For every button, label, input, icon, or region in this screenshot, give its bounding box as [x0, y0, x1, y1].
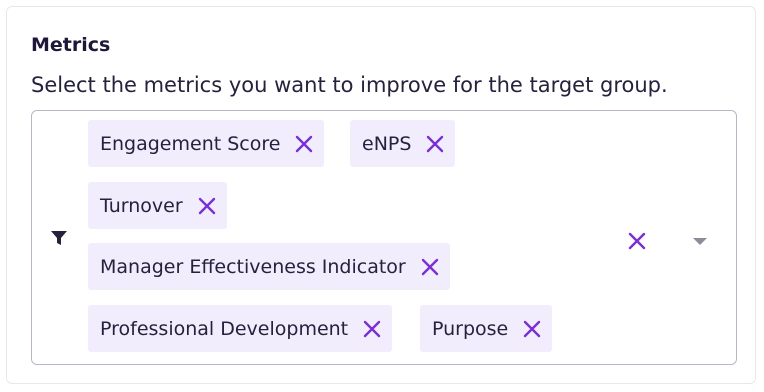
- chip-purpose: Purpose: [420, 305, 553, 352]
- chip-engagement-score: Engagement Score: [88, 120, 325, 167]
- chip-label: Turnover: [100, 194, 183, 217]
- section-title: Metrics: [31, 34, 111, 56]
- chip-label: Purpose: [432, 317, 509, 340]
- caret-down-icon[interactable]: [691, 235, 709, 247]
- close-icon[interactable]: [362, 319, 382, 339]
- clear-all-icon[interactable]: [626, 230, 648, 252]
- chip-turnover: Turnover: [88, 182, 227, 229]
- section-description: Select the metrics you want to improve f…: [31, 73, 668, 97]
- chip-enps: eNPS: [350, 120, 456, 167]
- chip-label: eNPS: [362, 132, 412, 155]
- close-icon[interactable]: [294, 134, 314, 154]
- close-icon[interactable]: [197, 196, 217, 216]
- chip-label: Engagement Score: [100, 132, 281, 155]
- metrics-card: Metrics Select the metrics you want to i…: [6, 6, 756, 384]
- chip-label: Professional Development: [100, 317, 349, 340]
- close-icon[interactable]: [425, 134, 445, 154]
- close-icon[interactable]: [420, 257, 440, 277]
- chip-professional-development: Professional Development: [88, 305, 393, 352]
- close-icon[interactable]: [522, 319, 542, 339]
- chip-label: Manager Effectiveness Indicator: [100, 255, 406, 278]
- filter-icon: [51, 231, 67, 245]
- chip-manager-effectiveness-indicator: Manager Effectiveness Indicator: [88, 243, 450, 290]
- metrics-multiselect[interactable]: Engagement Score eNPS Turnover Manager E…: [31, 110, 737, 365]
